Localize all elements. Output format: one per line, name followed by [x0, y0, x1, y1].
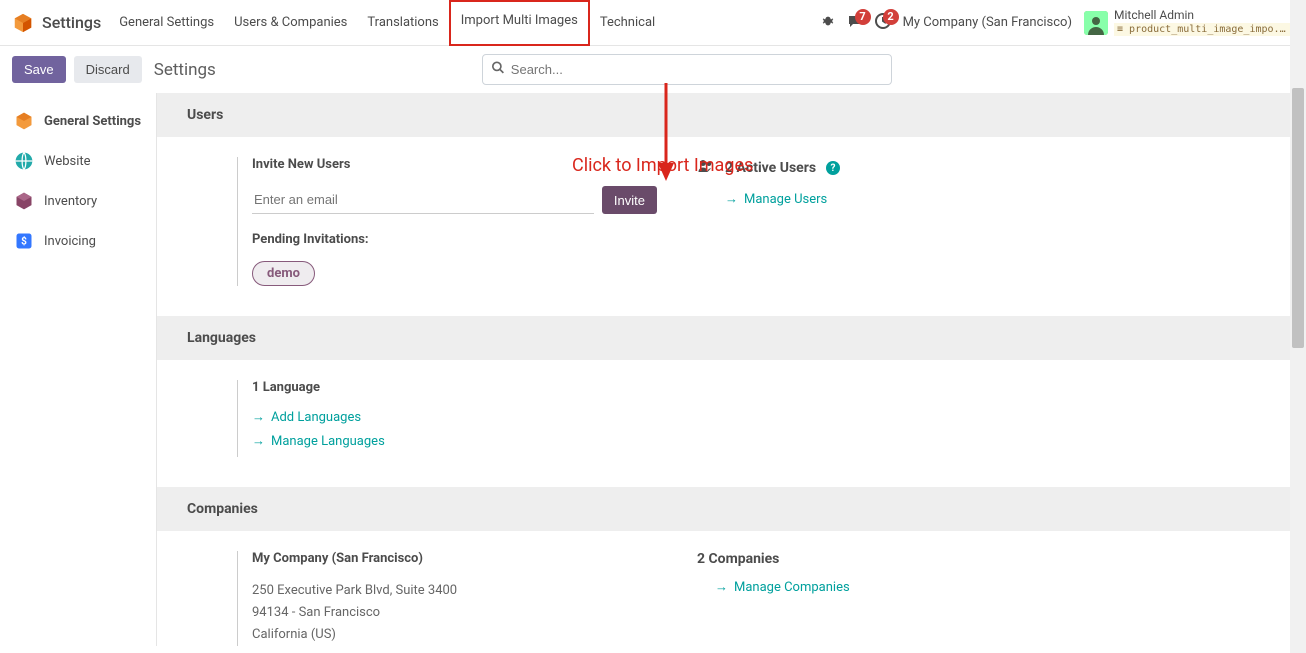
sidebar-item-inventory[interactable]: Inventory — [0, 181, 156, 221]
invite-title: Invite New Users — [252, 157, 657, 172]
box-icon — [14, 191, 34, 211]
search-icon — [492, 61, 505, 78]
invoice-icon: $ — [14, 231, 34, 251]
sidebar-item-label: Invoicing — [44, 234, 96, 249]
scrollbar-thumb[interactable] — [1292, 88, 1304, 348]
pending-title: Pending Invitations: — [252, 232, 657, 247]
menu-users-companies[interactable]: Users & Companies — [224, 0, 357, 46]
company-block: My Company (San Francisco) 250 Executive… — [237, 551, 657, 646]
company-addr3: California (US) — [252, 624, 657, 646]
activities-icon[interactable]: 2 — [875, 13, 891, 33]
arrow-icon: → — [252, 409, 265, 425]
help-icon[interactable]: ? — [826, 161, 840, 175]
avatar — [1084, 11, 1108, 35]
company-addr1: 250 Executive Park Blvd, Suite 3400 — [252, 580, 657, 602]
manage-companies-link[interactable]: Manage Companies — [734, 580, 850, 595]
manage-languages-link[interactable]: Manage Languages — [271, 434, 385, 449]
search-box — [482, 54, 892, 85]
company-addr2: 94134 - San Francisco — [252, 602, 657, 624]
top-navbar: Settings General Settings Users & Compan… — [0, 0, 1306, 46]
globe-icon — [14, 151, 34, 171]
scrollbar[interactable] — [1290, 0, 1306, 653]
breadcrumb-title: Settings — [154, 60, 216, 80]
gear-icon — [14, 111, 34, 131]
sidebar-item-label: Website — [44, 154, 91, 169]
brand[interactable]: Settings — [12, 12, 101, 34]
save-button[interactable]: Save — [12, 56, 66, 83]
companies-stat-block: 2 Companies → Manage Companies — [697, 551, 997, 646]
companies-count: 2 Companies — [697, 551, 779, 567]
user-menu[interactable]: Mitchell Admin ≡ product_multi_image_imp… — [1084, 9, 1294, 35]
languages-block: 1 Language → Add Languages → Manage Lang… — [237, 380, 657, 457]
systray: 7 2 My Company (San Francisco) Mitchell … — [821, 9, 1294, 35]
invite-block: Invite New Users Invite Pending Invitati… — [237, 157, 657, 286]
sidebar-item-website[interactable]: Website — [0, 141, 156, 181]
sidebar-item-label: Inventory — [44, 194, 97, 209]
section-header-languages: Languages — [157, 316, 1306, 360]
active-users-block: 2 Active Users ? → Manage Users — [697, 157, 997, 286]
users-icon — [697, 157, 715, 179]
messages-icon[interactable]: 7 — [847, 13, 863, 33]
db-name: ≡ product_multi_image_impo... — [1114, 23, 1294, 36]
debug-icon[interactable] — [821, 14, 835, 32]
svg-text:$: $ — [21, 234, 27, 247]
menu-technical[interactable]: Technical — [590, 0, 665, 46]
sidebar-item-label: General Settings — [44, 114, 141, 129]
search-input[interactable] — [482, 54, 892, 85]
arrow-icon: → — [715, 579, 728, 595]
messages-badge: 7 — [855, 9, 871, 25]
company-name: My Company (San Francisco) — [252, 551, 657, 566]
nav-menus: General Settings Users & Companies Trans… — [109, 0, 665, 46]
menu-general-settings[interactable]: General Settings — [109, 0, 224, 46]
settings-sidebar: General Settings Website Inventory $ Inv… — [0, 93, 157, 646]
discard-button[interactable]: Discard — [74, 56, 142, 83]
invite-email-input[interactable] — [252, 186, 594, 214]
user-name: Mitchell Admin — [1114, 9, 1294, 22]
invite-button[interactable]: Invite — [602, 186, 657, 214]
manage-users-link[interactable]: Manage Users — [744, 192, 827, 207]
section-header-companies: Companies — [157, 487, 1306, 531]
activities-badge: 2 — [883, 9, 899, 25]
control-bar: Save Discard Settings — [0, 46, 1306, 93]
sidebar-item-invoicing[interactable]: $ Invoicing — [0, 221, 156, 261]
menu-import-multi-images[interactable]: Import Multi Images — [449, 0, 590, 46]
brand-text: Settings — [42, 13, 101, 32]
app-icon — [12, 12, 34, 34]
main-content: Click to Import Images Users Invite New … — [157, 93, 1306, 646]
menu-translations[interactable]: Translations — [357, 0, 448, 46]
section-header-users: Users — [157, 93, 1306, 137]
arrow-icon: → — [252, 433, 265, 449]
add-languages-link[interactable]: Add Languages — [271, 410, 361, 425]
language-count: 1 Language — [252, 380, 657, 395]
sidebar-item-general-settings[interactable]: General Settings — [0, 101, 156, 141]
pending-pill[interactable]: demo — [252, 261, 315, 286]
company-switcher[interactable]: My Company (San Francisco) — [903, 15, 1072, 30]
arrow-icon: → — [725, 191, 738, 207]
